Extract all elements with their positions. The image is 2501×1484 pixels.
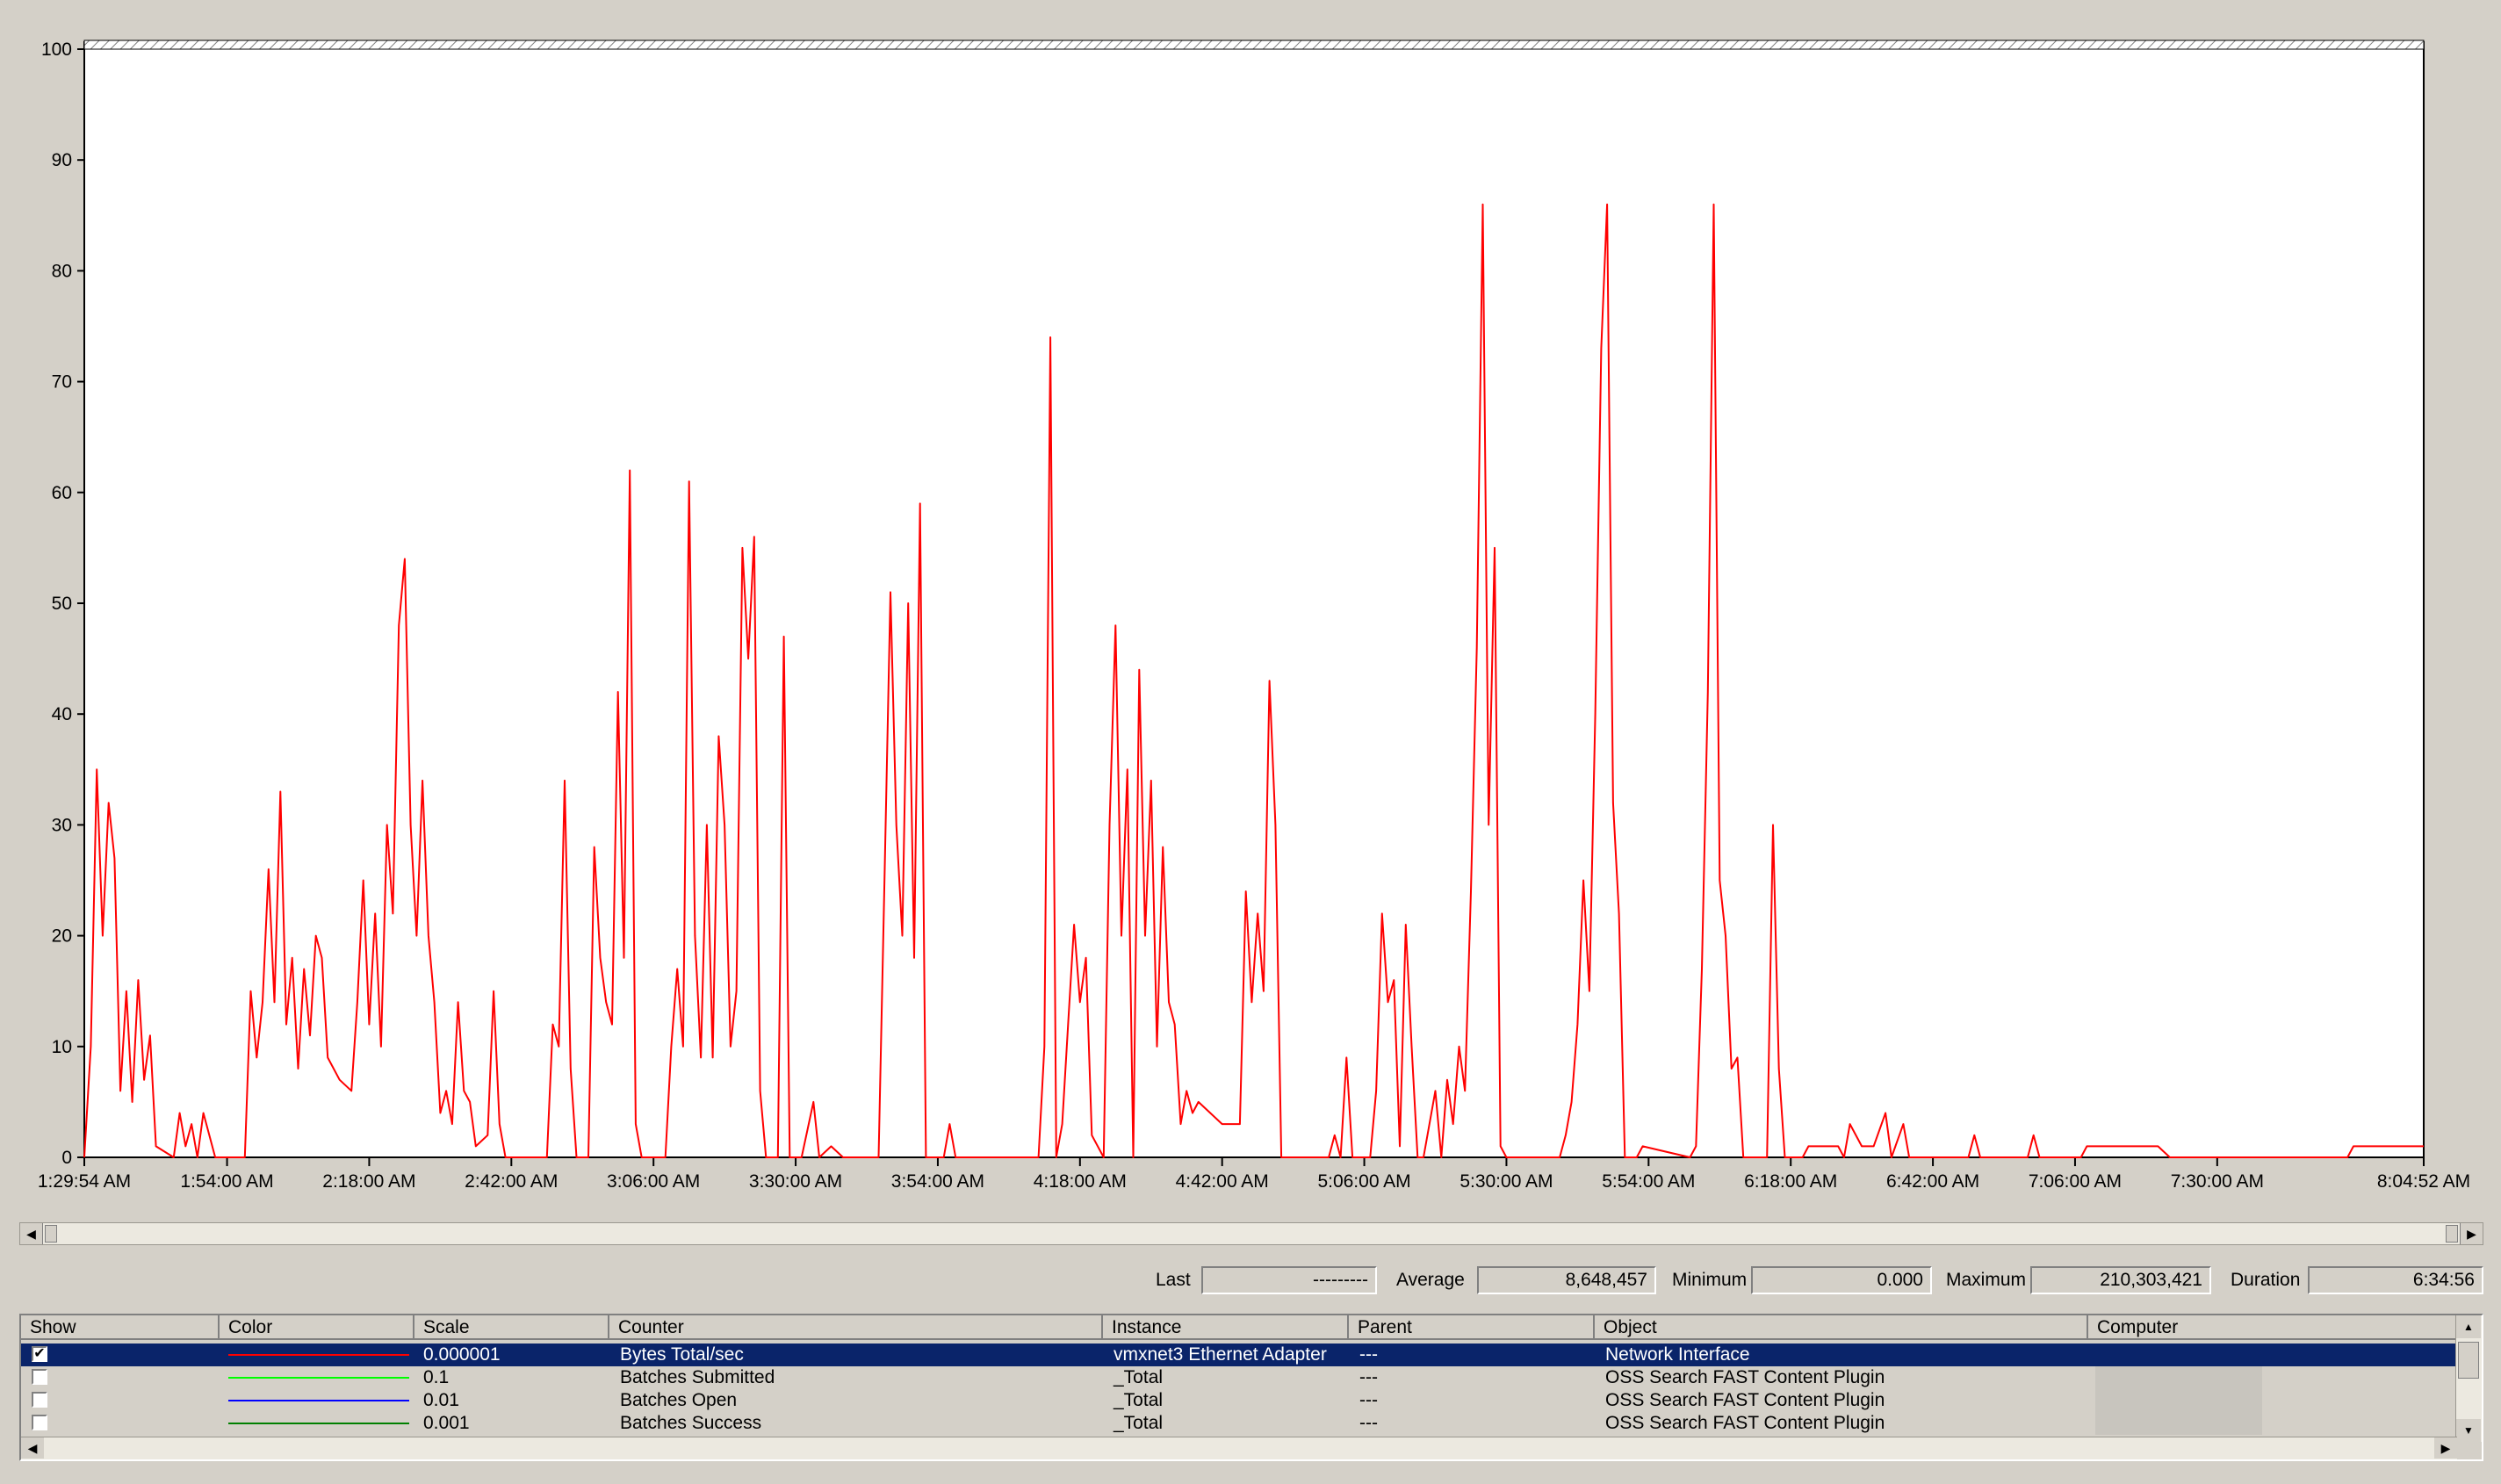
legend-vertical-scrollbar[interactable]: ▲ ▼ [2455, 1315, 2482, 1442]
parent-cell: --- [1359, 1390, 1378, 1410]
scroll-left-icon[interactable]: ◀ [20, 1223, 43, 1244]
scale-cell: 0.01 [423, 1390, 459, 1410]
y-tick-label: 60 [52, 483, 72, 503]
range-end-handle[interactable] [2446, 1225, 2458, 1243]
x-tick-label: 4:18:00 AM [1034, 1171, 1127, 1192]
legend-horizontal-scrollbar[interactable]: ◀ ▶ [21, 1437, 2457, 1459]
parent-cell: --- [1359, 1367, 1378, 1387]
instance-cell: _Total [1114, 1413, 1164, 1433]
counter-cell: Batches Open [620, 1390, 738, 1410]
y-tick-label: 70 [52, 372, 72, 393]
header-object[interactable]: Object [1595, 1315, 2088, 1340]
duration-value: 6:34:56 [2308, 1266, 2483, 1294]
counter-cell: Batches Success [620, 1413, 762, 1433]
last-value: --------- [1201, 1266, 1377, 1294]
x-tick-label: 5:54:00 AM [1602, 1171, 1695, 1192]
x-tick-label: 3:54:00 AM [891, 1171, 984, 1192]
color-swatch [228, 1400, 409, 1401]
show-checkbox[interactable]: ✔ [32, 1346, 47, 1362]
plot-top-band [83, 40, 2425, 50]
x-tick-label: 2:18:00 AM [322, 1171, 415, 1192]
x-tick-label: 6:18:00 AM [1744, 1171, 1837, 1192]
show-checkbox[interactable] [32, 1369, 47, 1385]
header-show[interactable]: Show [21, 1315, 220, 1340]
x-axis: 1:29:54 AM 1:54:00 AM 2:18:00 AM 2:42:00 AM… [38, 1157, 2470, 1192]
y-tick-label: 50 [52, 594, 72, 614]
x-tick-label: 5:06:00 AM [1317, 1171, 1410, 1192]
instance-cell: vmxnet3 Ethernet Adapter [1114, 1344, 1327, 1365]
counter-legend[interactable]: Show Color Scale Counter Instance Parent… [19, 1314, 2483, 1461]
performance-graph[interactable]: 1009080706050403020100 1:29:54 AM 1:54:00… [0, 0, 2501, 1212]
x-tick-label: 3:06:00 AM [607, 1171, 700, 1192]
scroll-right-icon[interactable]: ▶ [2434, 1437, 2457, 1459]
color-swatch [228, 1354, 409, 1356]
table-row[interactable]: 0.1 Batches Submitted _Total --- OSS Sea… [21, 1366, 2457, 1389]
object-cell: OSS Search FAST Content Plugin [1605, 1390, 1885, 1410]
object-cell: OSS Search FAST Content Plugin [1605, 1413, 1885, 1433]
y-tick-label: 30 [52, 815, 72, 835]
header-computer[interactable]: Computer [2088, 1315, 2457, 1340]
y-tick-label: 0 [61, 1148, 72, 1168]
parent-cell: --- [1359, 1344, 1378, 1365]
object-cell: OSS Search FAST Content Plugin [1605, 1367, 1885, 1387]
y-tick-label: 80 [52, 261, 72, 281]
y-tick-label: 10 [52, 1037, 72, 1057]
color-swatch [228, 1423, 409, 1424]
scroll-right-icon[interactable]: ▶ [2460, 1223, 2483, 1244]
y-axis: 1009080706050403020100 [41, 40, 84, 1168]
duration-label: Duration [2231, 1270, 2301, 1290]
maximum-value: 210,303,421 [2030, 1266, 2211, 1294]
x-tick-label: 1:54:00 AM [180, 1171, 273, 1192]
parent-cell: --- [1359, 1413, 1378, 1433]
table-row[interactable]: ✔ 0.000001 Bytes Total/sec vmxnet3 Ether… [21, 1344, 2457, 1366]
counter-cell: Batches Submitted [620, 1367, 775, 1387]
header-scale[interactable]: Scale [414, 1315, 609, 1340]
scroll-up-icon[interactable]: ▲ [2456, 1315, 2481, 1338]
x-tick-label: 2:42:00 AM [465, 1171, 558, 1192]
average-label: Average [1396, 1270, 1465, 1290]
x-tick-label: 5:30:00 AM [1460, 1171, 1553, 1192]
y-tick-label: 100 [41, 40, 72, 60]
header-counter[interactable]: Counter [609, 1315, 1103, 1340]
x-tick-label: 3:30:00 AM [749, 1171, 842, 1192]
vertical-scroll-thumb[interactable] [2458, 1342, 2479, 1379]
show-checkbox[interactable] [32, 1415, 47, 1430]
average-value: 8,648,457 [1477, 1266, 1656, 1294]
scroll-down-icon[interactable]: ▼ [2456, 1419, 2481, 1442]
y-tick-label: 20 [52, 926, 72, 947]
scroll-left-icon[interactable]: ◀ [21, 1437, 44, 1459]
x-tick-label: 7:30:00 AM [2171, 1171, 2264, 1192]
y-tick-label: 40 [52, 704, 72, 724]
color-swatch [228, 1377, 409, 1379]
header-instance[interactable]: Instance [1103, 1315, 1349, 1340]
scale-cell: 0.000001 [423, 1344, 501, 1365]
header-color[interactable]: Color [220, 1315, 414, 1340]
table-row[interactable]: 0.001 Batches Success _Total --- OSS Sea… [21, 1412, 2457, 1435]
y-tick-label: 90 [52, 150, 72, 170]
x-tick-label: 8:04:52 AM [2377, 1171, 2470, 1192]
show-checkbox[interactable] [32, 1392, 47, 1408]
minimum-value: 0.000 [1751, 1266, 1932, 1294]
maximum-label: Maximum [1946, 1270, 2027, 1290]
scale-cell: 0.1 [423, 1367, 450, 1387]
instance-cell: _Total [1114, 1367, 1164, 1387]
scale-cell: 0.001 [423, 1413, 470, 1433]
range-start-handle[interactable] [45, 1225, 57, 1243]
table-row[interactable]: 0.01 Batches Open _Total --- OSS Search … [21, 1389, 2457, 1412]
plot-area [83, 41, 2425, 1158]
x-tick-label: 6:42:00 AM [1886, 1171, 1979, 1192]
header-parent[interactable]: Parent [1349, 1315, 1595, 1340]
time-range-scrollbar[interactable]: ◀ ▶ [19, 1222, 2483, 1245]
minimum-label: Minimum [1672, 1270, 1748, 1290]
instance-cell: _Total [1114, 1390, 1164, 1410]
object-cell: Network Interface [1605, 1344, 1750, 1365]
last-label: Last [1156, 1270, 1191, 1290]
x-tick-label: 7:06:00 AM [2029, 1171, 2122, 1192]
x-tick-label: 4:42:00 AM [1176, 1171, 1269, 1192]
counter-cell: Bytes Total/sec [620, 1344, 744, 1365]
x-tick-label: 1:29:54 AM [38, 1171, 131, 1192]
